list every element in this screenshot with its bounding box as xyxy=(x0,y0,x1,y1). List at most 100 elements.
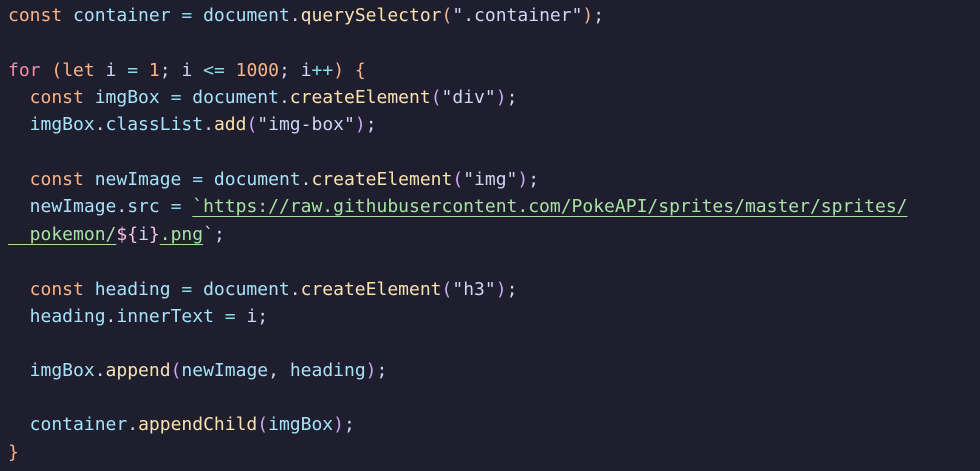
code-editor[interactable]: const container = document.querySelector… xyxy=(0,0,980,471)
code-line[interactable]: for (let i = 1; i <= 1000; i++) { xyxy=(8,57,366,84)
code-token: querySelector xyxy=(300,5,442,26)
code-token: imgBox xyxy=(8,360,95,381)
code-line[interactable]: const container = document.querySelector… xyxy=(8,2,604,29)
code-token: . xyxy=(300,169,312,190)
code-token: ".container" xyxy=(452,5,583,26)
code-line[interactable]: pokemon/${i}.png`; xyxy=(8,221,225,248)
code-token: . xyxy=(94,360,106,381)
code-line[interactable]: imgBox.append(newImage, heading); xyxy=(8,357,388,384)
code-token: i xyxy=(94,60,117,81)
code-token: ( xyxy=(441,279,453,300)
code-token: "img-box" xyxy=(257,114,355,135)
code-token: heading xyxy=(289,360,366,381)
code-token: "h3" xyxy=(452,279,496,300)
code-token: "img" xyxy=(463,169,518,190)
code-token: document xyxy=(203,5,290,26)
code-token: https://raw.githubusercontent.com/PokeAP… xyxy=(203,196,908,217)
code-token: ; xyxy=(506,279,518,300)
code-line[interactable]: } xyxy=(8,439,19,466)
code-token: = xyxy=(159,87,193,108)
code-token: const xyxy=(8,279,95,300)
code-token: ( xyxy=(257,414,269,435)
code-token: "div" xyxy=(441,87,496,108)
code-token: = xyxy=(170,5,204,26)
code-token: ) xyxy=(365,360,377,381)
code-token: newImage xyxy=(8,196,117,217)
code-token: const xyxy=(8,5,74,26)
code-token: ${ xyxy=(116,224,139,245)
code-token: . xyxy=(105,306,117,327)
code-token: ) xyxy=(495,279,507,300)
code-line[interactable]: const imgBox = document.createElement("d… xyxy=(8,84,518,111)
code-token: } xyxy=(148,224,160,245)
code-token: ( xyxy=(452,169,464,190)
code-token: newImage xyxy=(181,360,269,381)
code-line[interactable]: imgBox.classList.add("img-box"); xyxy=(8,111,377,138)
code-token: i xyxy=(246,306,258,327)
code-token: ; xyxy=(376,360,388,381)
code-token: , xyxy=(268,360,290,381)
code-token: = xyxy=(116,60,149,81)
code-token: for xyxy=(8,60,41,81)
code-token: ; xyxy=(365,114,377,135)
code-line[interactable]: const newImage = document.createElement(… xyxy=(8,166,539,193)
code-token: ) xyxy=(495,87,507,108)
code-token: ) xyxy=(354,114,366,135)
code-token: ; xyxy=(344,414,355,435)
code-token: classList xyxy=(105,114,204,135)
code-token: container xyxy=(73,5,171,26)
code-token: ; xyxy=(279,60,301,81)
code-token: ) xyxy=(582,5,594,26)
code-token: . xyxy=(94,114,106,135)
code-token: imgBox xyxy=(268,414,334,435)
code-token: document xyxy=(203,279,290,300)
code-token: . xyxy=(203,114,214,135)
code-token: createElement xyxy=(311,169,453,190)
code-token: document xyxy=(192,87,279,108)
code-token: = xyxy=(159,196,193,217)
code-token: ) xyxy=(333,414,344,435)
code-token: . xyxy=(278,87,290,108)
code-line[interactable]: newImage.src = `https://raw.githubuserco… xyxy=(8,193,908,220)
code-token: ) { xyxy=(333,60,366,81)
code-token: ( xyxy=(170,360,182,381)
code-token: ( xyxy=(40,60,63,81)
code-token: pokemon/ xyxy=(8,224,117,245)
code-token: createElement xyxy=(289,87,431,108)
code-token: const xyxy=(8,87,95,108)
code-token: ; xyxy=(257,306,269,327)
code-line[interactable]: const heading = document.createElement("… xyxy=(8,276,518,303)
code-line[interactable]: container.appendChild(imgBox); xyxy=(8,411,355,438)
code-token: heading xyxy=(94,279,171,300)
code-token: createElement xyxy=(300,279,442,300)
code-token: i xyxy=(181,60,193,81)
code-token: ; xyxy=(506,87,518,108)
code-token: ( xyxy=(246,114,258,135)
code-token: <= xyxy=(192,60,236,81)
code-token: let xyxy=(62,60,95,81)
code-token: i xyxy=(138,224,149,245)
code-token: 1000 xyxy=(235,60,280,81)
code-token: newImage xyxy=(94,169,182,190)
code-token: 1 xyxy=(148,60,160,81)
code-token: = xyxy=(213,306,247,327)
code-token: ( xyxy=(430,87,442,108)
code-token: = xyxy=(181,169,214,190)
code-token: ; xyxy=(159,60,182,81)
code-token: container xyxy=(8,414,128,435)
code-token: src xyxy=(127,196,160,217)
code-token: add xyxy=(213,114,247,135)
code-token: heading xyxy=(8,306,106,327)
code-token: appendChild xyxy=(138,414,258,435)
code-token: . xyxy=(289,5,301,26)
code-token: ` xyxy=(203,224,214,245)
code-token: = xyxy=(170,279,204,300)
code-token: ; xyxy=(593,5,605,26)
code-token: ++ xyxy=(311,60,334,81)
code-line[interactable]: heading.innerText = i; xyxy=(8,303,268,330)
code-token: const xyxy=(8,169,95,190)
code-token: innerText xyxy=(116,306,214,327)
code-token: imgBox xyxy=(8,114,95,135)
code-token: ` xyxy=(192,196,204,217)
code-token: ; xyxy=(528,169,540,190)
